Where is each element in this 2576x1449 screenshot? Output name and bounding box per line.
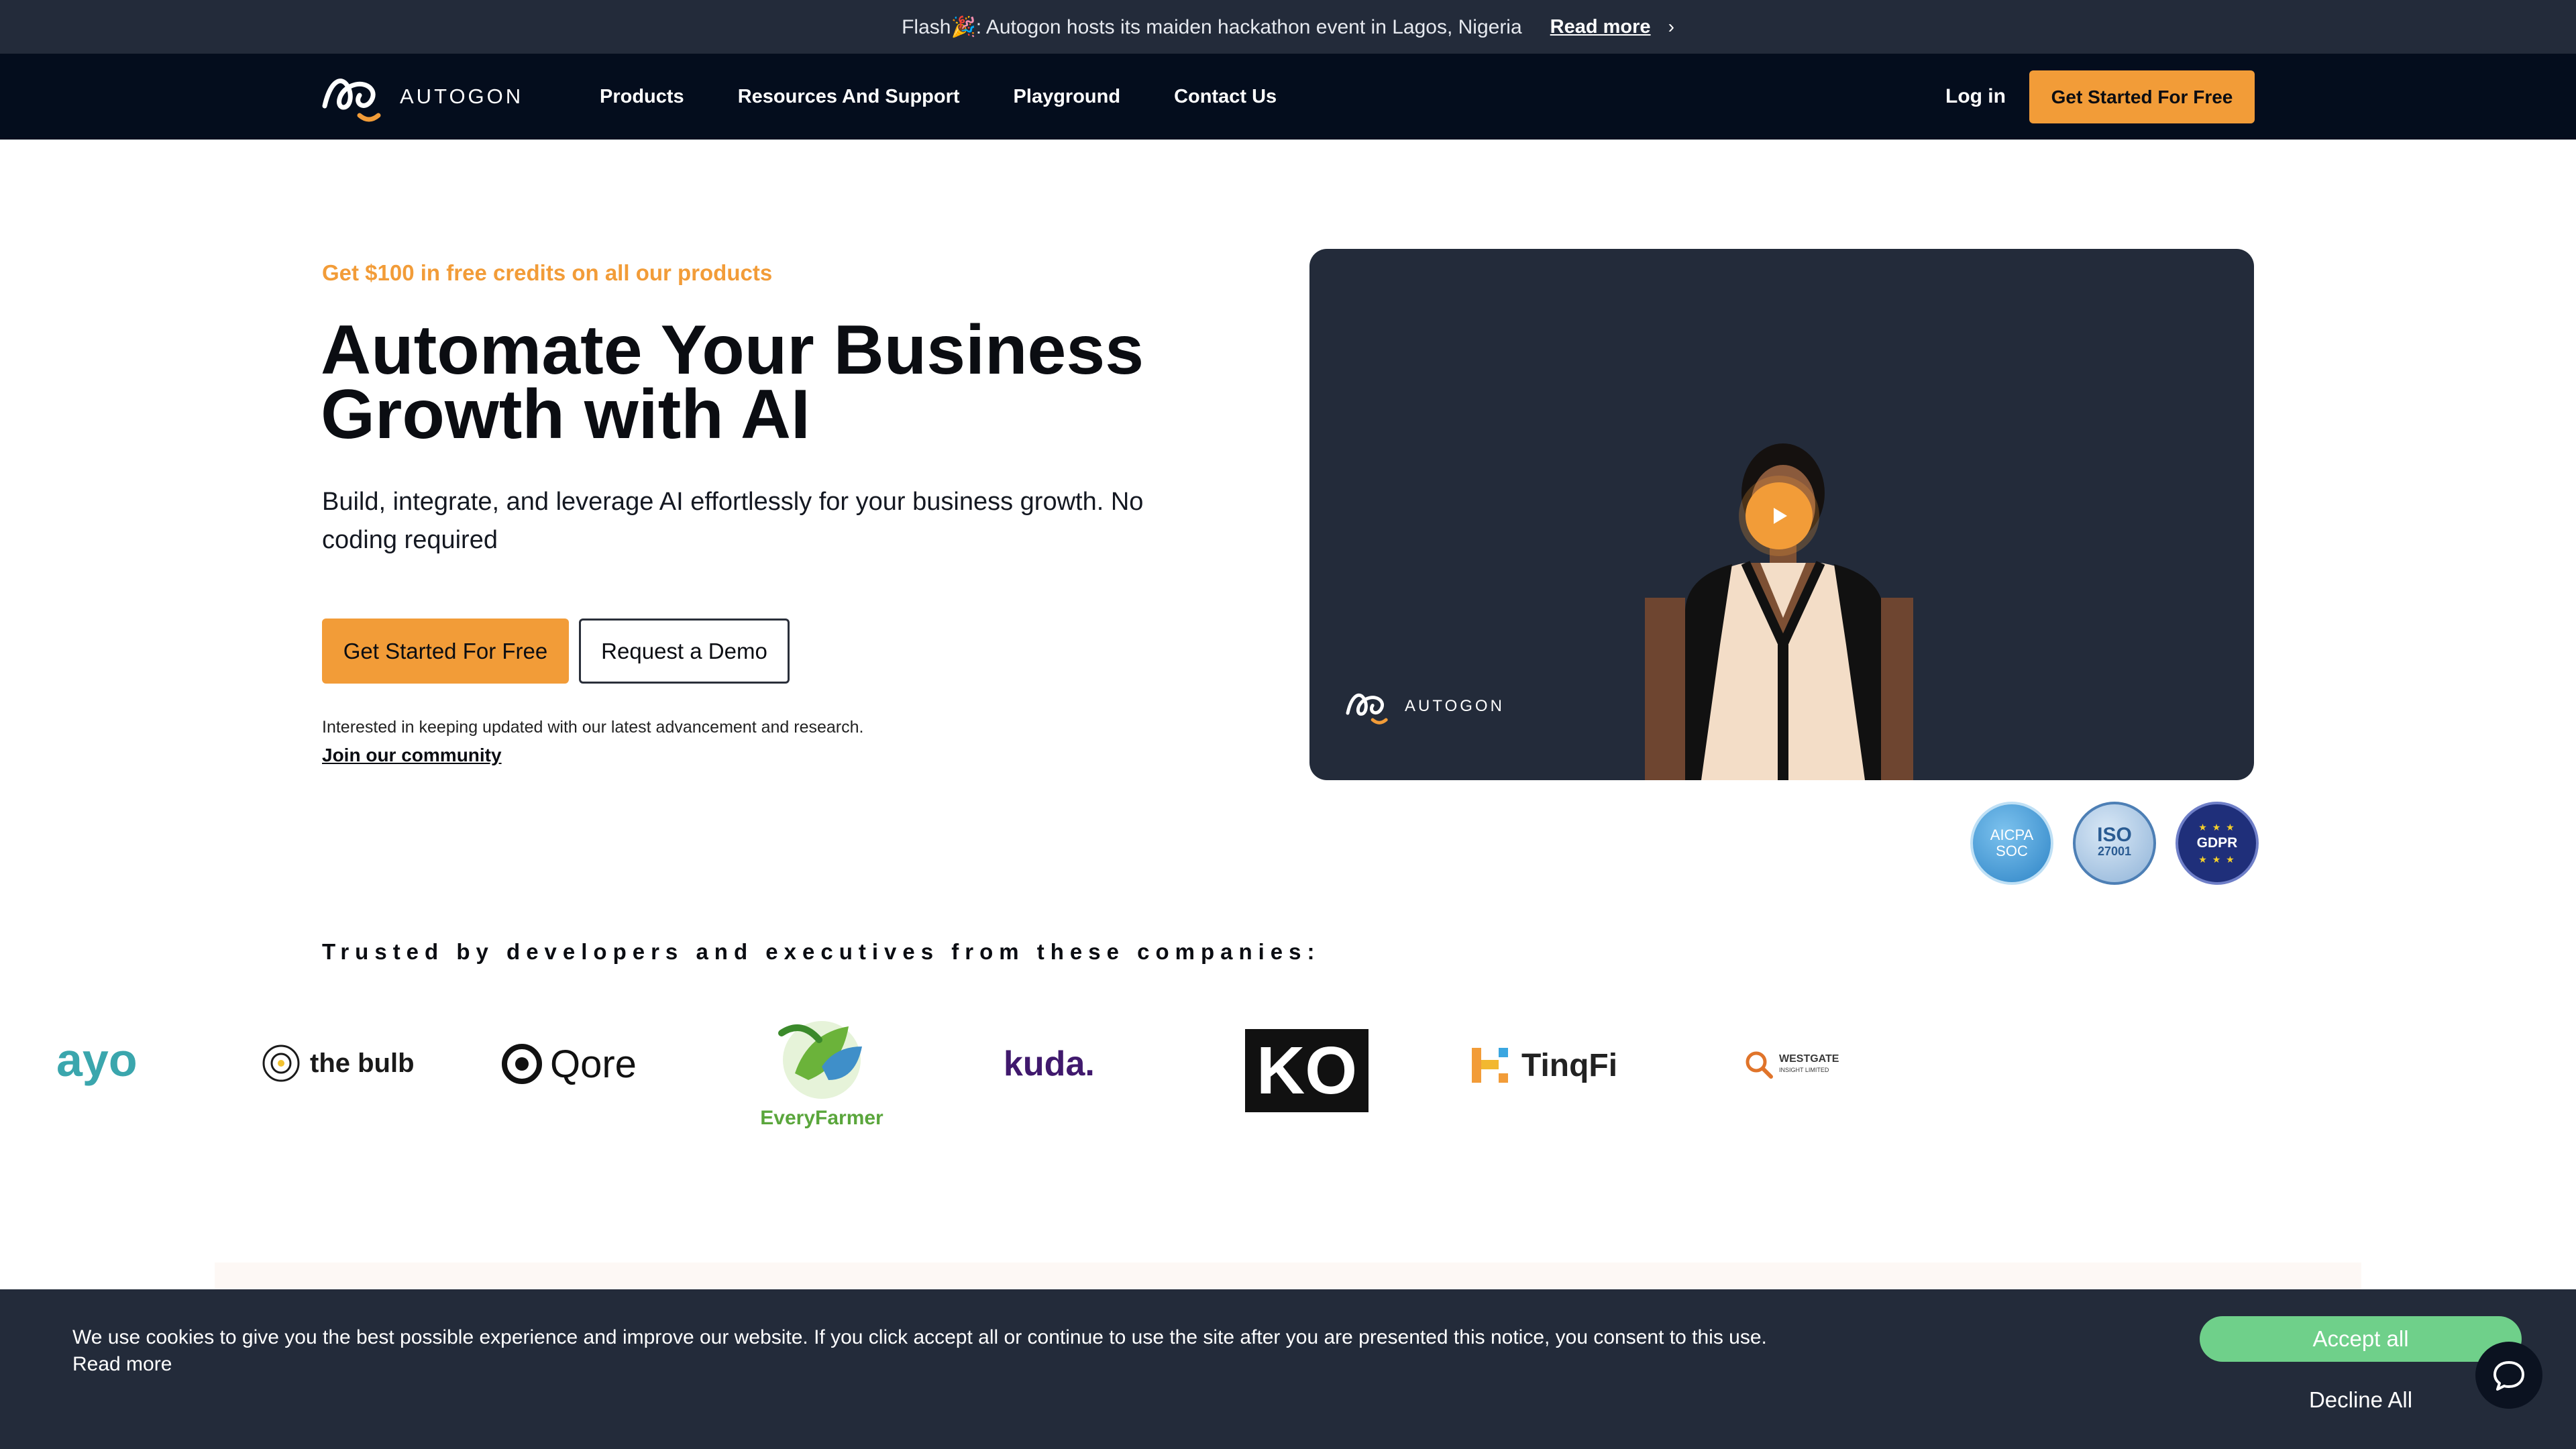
- flash-banner: Flash🎉: Autogon hosts its maiden hackath…: [0, 0, 2576, 54]
- join-community-link[interactable]: Join our community: [322, 745, 502, 766]
- gdpr-badge-label: GDPR: [2196, 835, 2238, 851]
- play-button[interactable]: [1746, 482, 1813, 549]
- soc-badge-line2: SOC: [1996, 843, 2028, 859]
- company-westgate-sub: INSIGHT LIMITED: [1779, 1067, 1829, 1073]
- aicpa-soc-badge: AICPA SOC: [1970, 802, 2053, 885]
- brand-wordmark: AUTOGON: [400, 85, 524, 108]
- interest-text: Interested in keeping updated with our l…: [322, 718, 864, 737]
- qore-icon: [502, 1044, 542, 1084]
- nav-products[interactable]: Products: [600, 86, 684, 108]
- hero-headline-line1: Automate Your Business: [321, 311, 1144, 389]
- cookie-consent-bar: We use cookies to give you the best poss…: [0, 1289, 2576, 1449]
- company-logo-the-bulb: the bulb: [259, 1040, 415, 1087]
- company-kuda-label: kuda.: [1004, 1044, 1095, 1083]
- company-the-bulb-label: the bulb: [310, 1048, 415, 1078]
- company-logo-westgate: WESTGATE INSIGHT LIMITED: [1744, 1048, 1839, 1081]
- company-logo-qore: Qore: [500, 1038, 637, 1089]
- company-logo-ayo: ayo: [56, 1033, 138, 1087]
- company-qore-label: Qore: [550, 1042, 637, 1086]
- gdpr-stars-icon: ★ ★ ★: [2198, 854, 2236, 865]
- gdpr-stars-icon: ★ ★ ★: [2198, 822, 2236, 833]
- nav-links: Products Resources And Support Playgroun…: [600, 54, 1277, 140]
- company-logos: ayo the bulb Qore EveryFarmer kuda. KO T…: [0, 1000, 2576, 1154]
- iso-badge-line1: ISO: [2097, 824, 2132, 846]
- flash-message: Flash🎉: Autogon hosts its maiden hackath…: [902, 15, 1522, 38]
- autogon-logo-icon: [322, 78, 381, 122]
- tinqfi-icon: [1472, 1048, 1508, 1083]
- everyfarmer-leaf-icon: [778, 1021, 862, 1099]
- compliance-badges: AICPA SOC ISO 27001 ★ ★ ★ GDPR ★ ★ ★: [1970, 802, 2259, 885]
- hero-headline-line2: Growth with AI: [321, 376, 810, 453]
- company-ko-label: KO: [1256, 1032, 1357, 1108]
- iso-27001-badge: ISO 27001: [2073, 802, 2156, 885]
- nav-resources-and-support[interactable]: Resources And Support: [738, 86, 960, 108]
- login-link[interactable]: Log in: [1945, 54, 2006, 140]
- trusted-heading: Trusted by developers and executives fro…: [322, 939, 1321, 964]
- hero-subtitle: Build, integrate, and leverage AI effort…: [322, 488, 1144, 554]
- decline-all-button[interactable]: Decline All: [2200, 1370, 2522, 1430]
- chat-bubble-icon: [2493, 1361, 2524, 1391]
- company-tinqfi-label: TinqFi: [1521, 1047, 1618, 1083]
- company-westgate-label: WESTGATE: [1779, 1053, 1839, 1065]
- gdpr-badge: ★ ★ ★ GDPR ★ ★ ★: [2176, 802, 2259, 885]
- chevron-right-icon[interactable]: ›: [1668, 16, 1674, 38]
- company-logo-kuda: kuda.: [1004, 1038, 1095, 1089]
- video-brand-wordmark: AUTOGON: [1405, 697, 1505, 715]
- chat-launcher-button[interactable]: [2475, 1342, 2542, 1409]
- company-logo-everyfarmer: EveryFarmer: [751, 1006, 892, 1140]
- company-logo-tinqfi: TinqFi: [1469, 1040, 1617, 1091]
- get-started-button[interactable]: Get Started For Free: [322, 619, 569, 684]
- accept-all-button[interactable]: Accept all: [2200, 1316, 2522, 1362]
- request-demo-button[interactable]: Request a Demo: [579, 619, 790, 684]
- autogon-logo-icon: [1346, 693, 1388, 724]
- top-navbar: AUTOGON Products Resources And Support P…: [0, 54, 2576, 140]
- westgate-wordmark: WESTGATE INSIGHT LIMITED: [1779, 1054, 1839, 1075]
- promo-text: Get $100 in free credits on all our prod…: [322, 260, 773, 285]
- play-icon: [1774, 508, 1787, 524]
- video-watermark-logo: AUTOGON: [1344, 686, 1505, 727]
- cookie-message: We use cookies to give you the best poss…: [72, 1326, 1767, 1375]
- bulb-icon: [262, 1044, 300, 1082]
- nav-get-started-button[interactable]: Get Started For Free: [2029, 70, 2255, 123]
- next-section-peek: [215, 1263, 2361, 1289]
- hero-video[interactable]: AUTOGON: [1309, 249, 2254, 780]
- flash-read-more-link[interactable]: Read more: [1550, 16, 1651, 38]
- soc-badge-line1: AICPA: [1990, 826, 2034, 843]
- hero-headline: Automate Your Business Growth with AI: [321, 311, 1260, 453]
- company-ayo-label: ayo: [56, 1034, 138, 1086]
- nav-playground[interactable]: Playground: [1014, 86, 1121, 108]
- autogon-logo[interactable]: AUTOGON: [321, 68, 523, 125]
- company-logo-ko: KO: [1245, 1029, 1368, 1112]
- nav-contact-us[interactable]: Contact Us: [1174, 86, 1277, 108]
- company-everyfarmer-label: EveryFarmer: [760, 1107, 883, 1129]
- iso-badge-line2: 27001: [2097, 845, 2132, 858]
- westgate-magnifier-icon: [1746, 1051, 1773, 1079]
